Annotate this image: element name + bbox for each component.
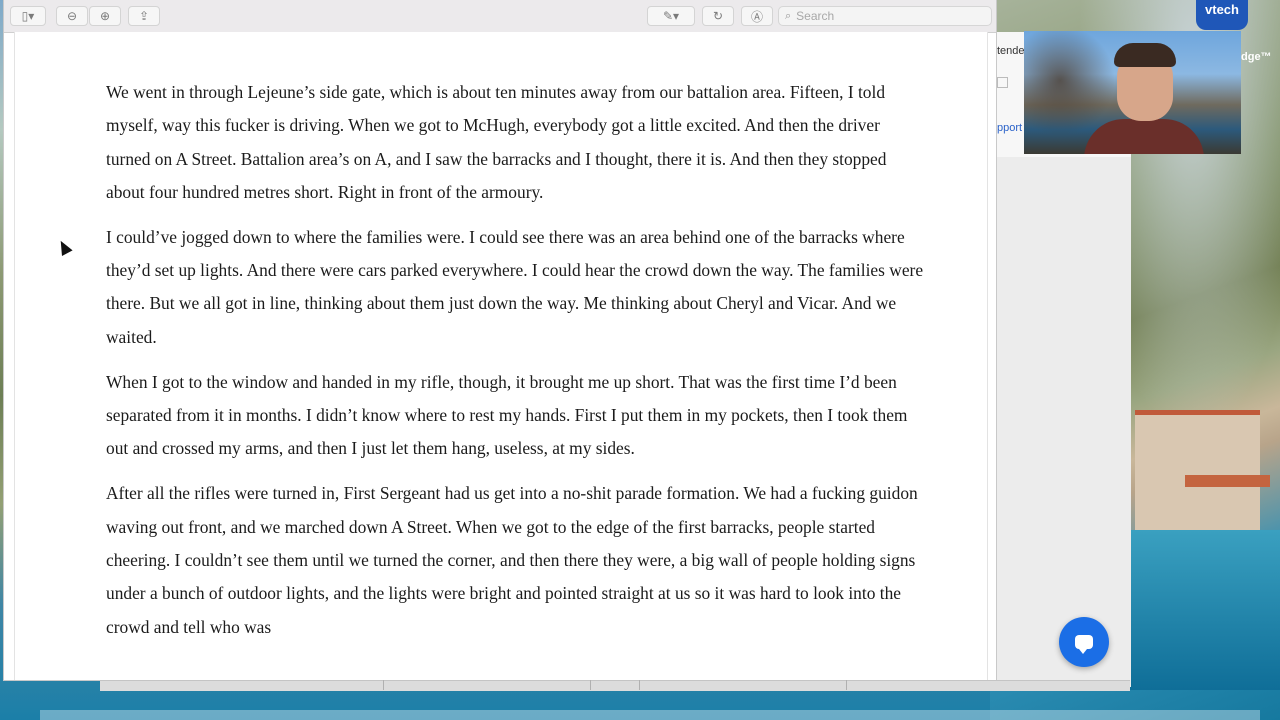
search-input[interactable] [796, 9, 977, 23]
background-window-text: tende [997, 45, 1025, 57]
zoom-in-button[interactable]: ⊕ [89, 6, 121, 26]
dock[interactable] [40, 710, 1260, 720]
paragraph: When I got to the window and handed in m… [106, 371, 908, 459]
document-page[interactable]: We went in through Lejeune’s side gate, … [14, 32, 988, 680]
share-button[interactable]: ⇪ [128, 6, 160, 26]
annotate-icon: Ⓐ [750, 9, 763, 24]
markup-pen-icon: ✎▾ [662, 9, 680, 23]
wallpaper-roof-lower [1185, 475, 1270, 487]
partial-label: dge™ [1241, 51, 1272, 63]
chat-button[interactable] [1059, 617, 1109, 667]
webcam-person-body [1084, 119, 1204, 154]
rotate-button[interactable]: ↻ [702, 6, 734, 26]
background-tab-bar [100, 680, 1130, 691]
sidebar-toggle-button[interactable]: ▯▾ [10, 6, 46, 26]
share-icon: ⇪ [138, 9, 150, 23]
markup-pen-button[interactable]: ✎▾ [647, 6, 695, 26]
annotate-button[interactable]: Ⓐ [741, 6, 773, 26]
document-body: We went in through Lejeune’s side gate, … [106, 76, 924, 656]
background-window-link[interactable]: pport [997, 122, 1022, 134]
background-tab[interactable] [639, 680, 640, 690]
webcam-person-hair [1114, 43, 1176, 67]
rotate-icon: ↻ [712, 9, 724, 23]
wallpaper-house [1135, 415, 1260, 530]
zoom-out-icon: ⊖ [66, 9, 78, 23]
webcam-video [1024, 31, 1241, 154]
background-tab[interactable] [846, 680, 847, 690]
background-tab[interactable] [383, 680, 384, 690]
background-tab[interactable] [590, 680, 591, 690]
zoom-out-button[interactable]: ⊖ [56, 6, 88, 26]
paragraph: After all the rifles were turned in, Fir… [106, 483, 918, 637]
vtech-logo: vtech [1196, 0, 1248, 30]
zoom-in-icon: ⊕ [99, 9, 111, 23]
preview-window[interactable]: ▯▾ ⊖ ⊕ ⇪ ✎▾ ↻ Ⓐ ⌕ We went in through Lej… [4, 0, 996, 680]
background-window-icon [997, 77, 1008, 88]
paragraph: We went in through Lejeune’s side gate, … [106, 82, 887, 202]
search-icon: ⌕ [785, 9, 792, 22]
sidebar-icon: ▯▾ [21, 9, 35, 23]
chat-bubble-icon [1075, 635, 1093, 654]
search-field[interactable]: ⌕ [778, 6, 992, 26]
wallpaper-sea [1130, 530, 1280, 690]
paragraph: I could’ve jogged down to where the fami… [106, 226, 924, 347]
toolbar: ▯▾ ⊖ ⊕ ⇪ ✎▾ ↻ Ⓐ ⌕ [4, 0, 996, 33]
